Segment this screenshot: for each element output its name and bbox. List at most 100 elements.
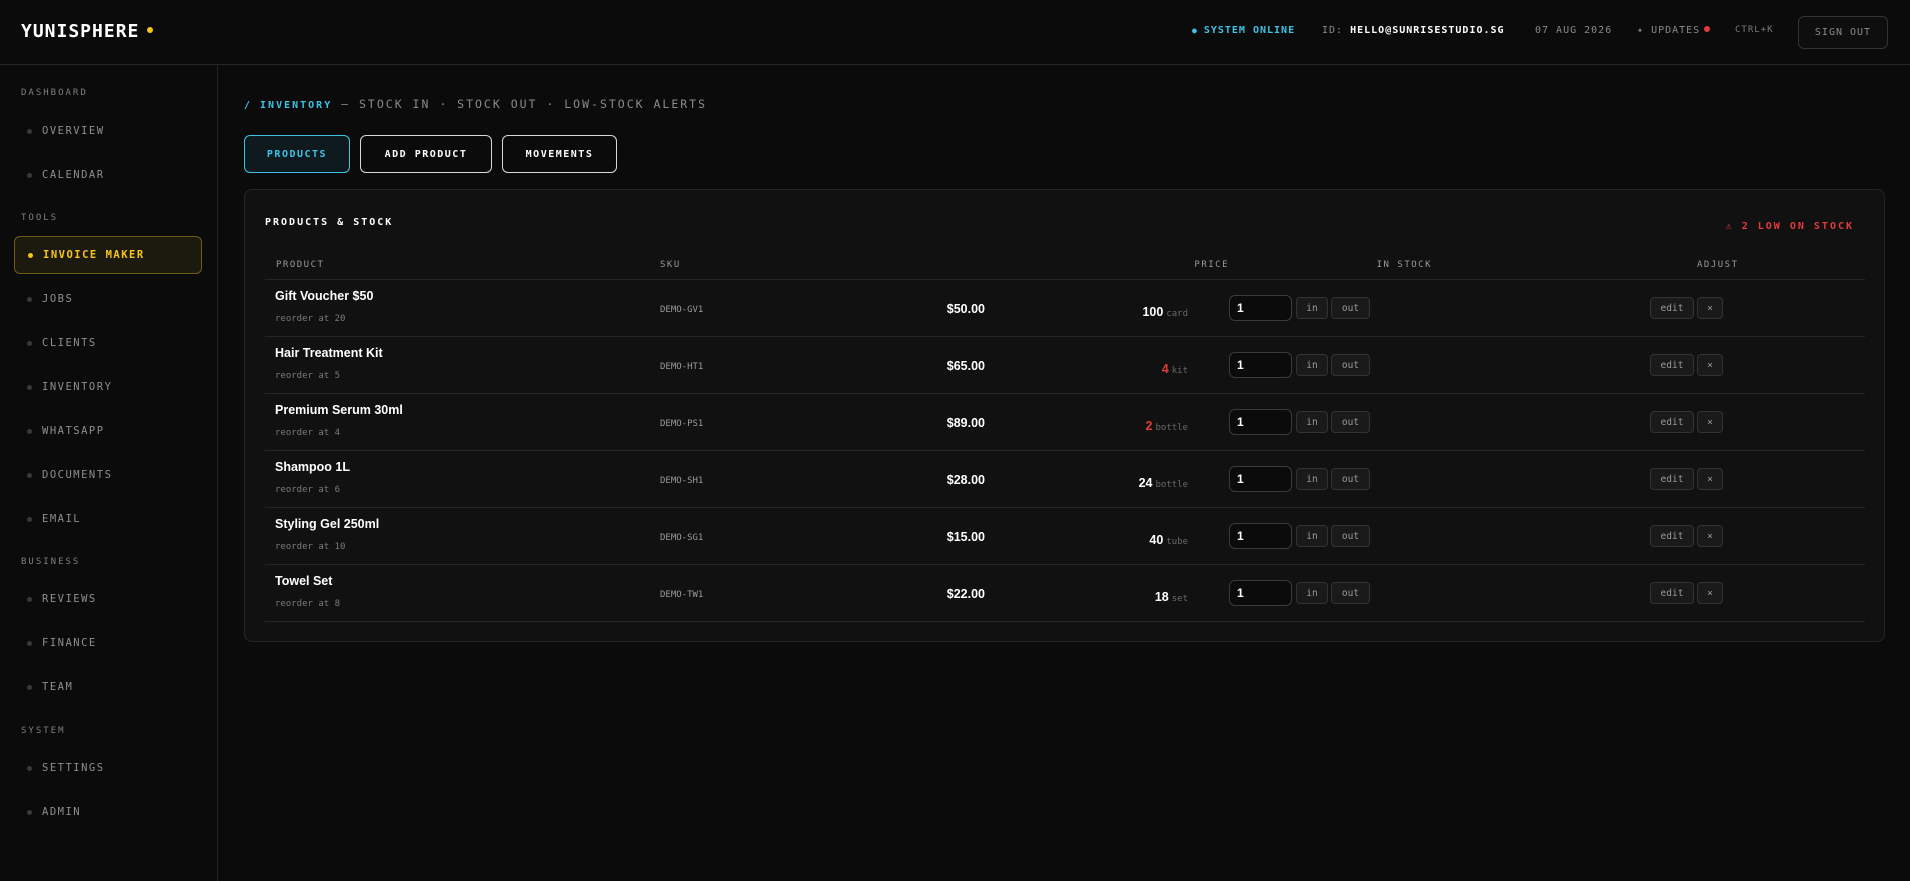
sidebar-item-label: FINANCE	[42, 637, 97, 649]
stock-out-button[interactable]: out	[1331, 411, 1370, 433]
delete-button[interactable]: ×	[1697, 411, 1723, 433]
sidebar-item-admin[interactable]: ADMIN	[14, 793, 202, 831]
sidebar-item-label: DOCUMENTS	[42, 469, 113, 481]
bullet-icon	[27, 809, 32, 815]
breadcrumb: / INVENTORY — STOCK IN · STOCK OUT · LOW…	[244, 97, 707, 111]
adjust-quantity-input[interactable]: 1	[1229, 409, 1292, 435]
sidebar-item-label: REVIEWS	[42, 593, 97, 605]
bullet-icon	[27, 340, 32, 346]
sidebar-item-jobs[interactable]: JOBS	[14, 280, 202, 318]
sidebar-section-business: BUSINESS	[21, 557, 81, 567]
sidebar-item-inventory[interactable]: INVENTORY	[14, 368, 202, 406]
tab-movements[interactable]: MOVEMENTS	[502, 135, 617, 173]
brand-logo[interactable]: YUNISPHERE	[21, 21, 154, 42]
delete-button[interactable]: ×	[1697, 582, 1723, 604]
edit-button[interactable]: edit	[1650, 354, 1694, 376]
command-shortcut[interactable]: CTRL+K	[1735, 25, 1774, 35]
sparkle-icon: ✦	[1637, 25, 1645, 36]
delete-button[interactable]: ×	[1697, 354, 1723, 376]
breadcrumb-description: — STOCK IN · STOCK OUT · LOW-STOCK ALERT…	[332, 97, 708, 111]
sidebar-item-documents[interactable]: DOCUMENTS	[14, 456, 202, 494]
sidebar-item-whatsapp[interactable]: WHATSAPP	[14, 412, 202, 450]
sidebar-item-label: CALENDAR	[42, 169, 105, 181]
product-price: $22.00	[946, 587, 985, 601]
adjust-quantity-input[interactable]: 1	[1229, 580, 1292, 606]
product-price: $15.00	[946, 530, 985, 544]
adjust-quantity-input[interactable]: 1	[1229, 295, 1292, 321]
sidebar-item-label: CLIENTS	[42, 337, 97, 349]
edit-button[interactable]: edit	[1650, 525, 1694, 547]
low-stock-alert[interactable]: ⚠ 2 LOW ON STOCK	[1726, 221, 1854, 232]
sidebar-item-team[interactable]: TEAM	[14, 668, 202, 706]
products-panel: PRODUCTS & STOCK ⚠ 2 LOW ON STOCK PRODUC…	[244, 189, 1885, 642]
stock-unit: kit	[1171, 366, 1188, 376]
tab-add-product[interactable]: ADD PRODUCT	[360, 135, 492, 173]
sidebar-item-label: WHATSAPP	[42, 425, 105, 437]
sidebar-section-tools: TOOLS	[21, 213, 59, 223]
stock-in-button[interactable]: in	[1296, 354, 1328, 376]
adjust-quantity-input[interactable]: 1	[1229, 466, 1292, 492]
product-name: Styling Gel 250ml	[275, 517, 380, 531]
sidebar-item-reviews[interactable]: REVIEWS	[14, 580, 202, 618]
edit-button[interactable]: edit	[1650, 468, 1694, 490]
stock-out-button[interactable]: out	[1331, 297, 1370, 319]
adjust-quantity-input[interactable]: 1	[1229, 352, 1292, 378]
sidebar-item-clients[interactable]: CLIENTS	[14, 324, 202, 362]
reorder-level: reorder at 6	[275, 485, 341, 495]
stock-in-button[interactable]: in	[1296, 525, 1328, 547]
delete-button[interactable]: ×	[1697, 297, 1723, 319]
stock-out-button[interactable]: out	[1331, 582, 1370, 604]
bullet-icon	[27, 472, 32, 478]
product-sku: DEMO-TW1	[660, 590, 704, 600]
reorder-level: reorder at 20	[275, 314, 346, 324]
delete-button[interactable]: ×	[1697, 468, 1723, 490]
edit-button[interactable]: edit	[1650, 297, 1694, 319]
sidebar-item-label: TEAM	[42, 681, 74, 693]
stock-out-button[interactable]: out	[1331, 468, 1370, 490]
stock-quantity: 4	[1161, 362, 1169, 376]
product-name: Gift Voucher $50	[275, 289, 374, 303]
brand-dot-icon	[147, 27, 154, 33]
stock-quantity: 24	[1138, 476, 1153, 490]
sidebar-item-settings[interactable]: SETTINGS	[14, 749, 202, 787]
sidebar-item-finance[interactable]: FINANCE	[14, 624, 202, 662]
sign-out-button[interactable]: SIGN OUT	[1798, 16, 1888, 49]
product-name: Hair Treatment Kit	[275, 346, 383, 360]
stock-quantity: 18	[1154, 590, 1169, 604]
reorder-level: reorder at 8	[275, 599, 341, 609]
edit-button[interactable]: edit	[1650, 411, 1694, 433]
sidebar-item-label: INVENTORY	[42, 381, 113, 393]
sidebar-item-calendar[interactable]: CALENDAR	[14, 156, 202, 194]
table-row: Styling Gel 250ml reorder at 10 DEMO-SG1 $1…	[265, 508, 1865, 565]
stock-out-button[interactable]: out	[1331, 354, 1370, 376]
updates-button[interactable]: ✦ UPDATES	[1637, 25, 1711, 36]
breadcrumb-current[interactable]: / INVENTORY	[244, 100, 332, 111]
stock-unit: set	[1171, 594, 1188, 604]
updates-label: UPDATES	[1651, 25, 1701, 36]
system-status-label: SYSTEM ONLINE	[1203, 25, 1296, 36]
tab-products[interactable]: PRODUCTS	[244, 135, 350, 173]
stock-in-button[interactable]: in	[1296, 297, 1328, 319]
sidebar-item-invoice-maker[interactable]: INVOICE MAKER	[14, 236, 202, 274]
table-row: Premium Serum 30ml reorder at 4 DEMO-PS1 $8…	[265, 394, 1865, 451]
stock-unit: card	[1166, 309, 1188, 319]
stock-level: 40 tube	[1149, 529, 1188, 548]
stock-out-button[interactable]: out	[1331, 525, 1370, 547]
sidebar-section-dashboard: DASHBOARD	[21, 88, 88, 98]
sidebar-item-email[interactable]: EMAIL	[14, 500, 202, 538]
stock-in-button[interactable]: in	[1296, 468, 1328, 490]
edit-button[interactable]: edit	[1650, 582, 1694, 604]
sidebar-section-system: SYSTEM	[21, 726, 66, 736]
sidebar-item-overview[interactable]: OVERVIEW	[14, 112, 202, 150]
product-sku: DEMO-SG1	[660, 533, 704, 543]
stock-level: 4 kit	[1162, 358, 1188, 377]
product-sku: DEMO-HT1	[660, 362, 704, 372]
stock-in-button[interactable]: in	[1296, 582, 1328, 604]
bullet-icon	[27, 516, 32, 522]
sidebar: DASHBOARD OVERVIEW CALENDAR TOOLS INVOIC…	[0, 65, 218, 881]
sidebar-item-label: EMAIL	[42, 513, 82, 525]
stock-in-button[interactable]: in	[1296, 411, 1328, 433]
current-date: 07 AUG 2026	[1535, 25, 1613, 36]
adjust-quantity-input[interactable]: 1	[1229, 523, 1292, 549]
delete-button[interactable]: ×	[1697, 525, 1723, 547]
